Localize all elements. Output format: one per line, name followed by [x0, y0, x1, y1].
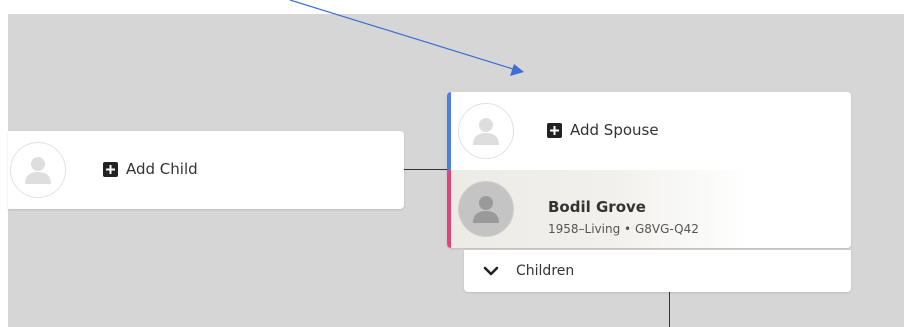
- person-details: 1958–Living • G8VG-Q42: [548, 222, 699, 236]
- add-spouse-label: Add Spouse: [570, 121, 659, 139]
- person-silhouette-icon: [473, 196, 499, 223]
- tree-canvas[interactable]: Add Child Add Spouse Bodil Grove 1958–Li…: [8, 14, 904, 327]
- avatar: [10, 142, 66, 198]
- person-avatar: [458, 181, 514, 237]
- plus-square-icon: [547, 122, 562, 138]
- spouse-avatar: [458, 103, 514, 159]
- add-child-label: Add Child: [126, 160, 198, 178]
- person-accent-bar: [447, 170, 451, 248]
- plus-square-icon: [103, 161, 118, 177]
- person-silhouette-icon: [473, 118, 499, 145]
- spouse-accent-bar: [447, 92, 451, 170]
- person-id: G8VG-Q42: [634, 222, 699, 236]
- add-child-button[interactable]: Add Child: [103, 160, 198, 178]
- person-name[interactable]: Bodil Grove: [548, 198, 646, 216]
- person-silhouette-icon: [25, 157, 51, 184]
- connector-line-vertical: [669, 292, 670, 327]
- person-lifespan: 1958–Living: [548, 222, 621, 236]
- children-toggle-label: Children: [516, 263, 575, 279]
- details-separator: •: [620, 222, 635, 236]
- connector-line-horizontal: [404, 169, 452, 170]
- add-child-card[interactable]: Add Child: [8, 131, 404, 209]
- add-spouse-button[interactable]: Add Spouse: [547, 121, 659, 139]
- couple-card: Add Spouse Bodil Grove 1958–Living • G8V…: [447, 92, 851, 248]
- person-row[interactable]: Bodil Grove 1958–Living • G8VG-Q42: [447, 170, 851, 248]
- children-toggle-button[interactable]: Children: [464, 250, 851, 292]
- chevron-down-icon: [483, 266, 499, 276]
